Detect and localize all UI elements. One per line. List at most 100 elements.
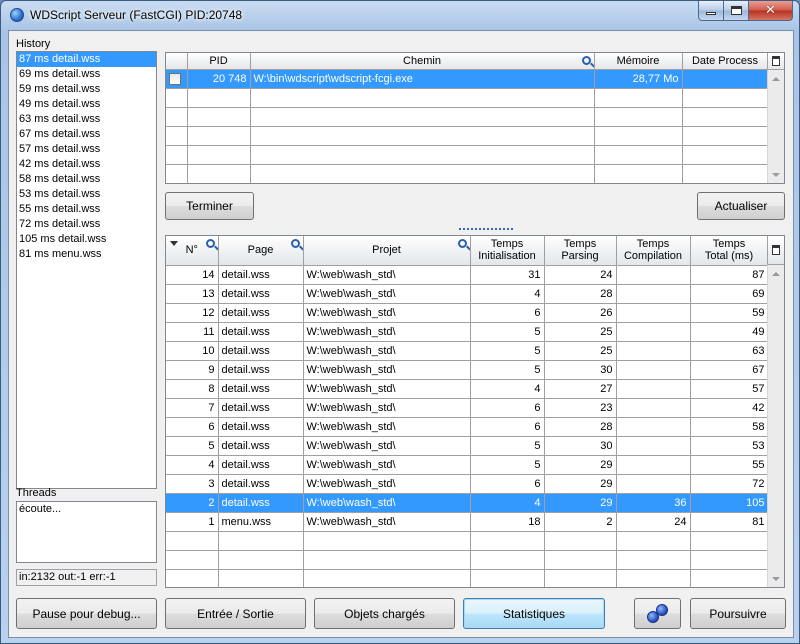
history-item[interactable]: 57 ms detail.wss bbox=[17, 142, 156, 157]
stats-col-page[interactable]: Page bbox=[218, 236, 304, 266]
process-cell-pid: 20 748 bbox=[187, 69, 251, 89]
search-icon[interactable] bbox=[205, 239, 215, 248]
stats-cell-n bbox=[166, 550, 219, 570]
arrow-up-icon bbox=[772, 76, 780, 81]
title-bar[interactable]: WDScript Serveur (FastCGI) PID:20748 ✕ bbox=[1, 1, 799, 29]
history-item[interactable]: 63 ms detail.wss bbox=[17, 112, 156, 127]
row-select-cell bbox=[166, 88, 188, 108]
stats-scrollbar[interactable] bbox=[767, 265, 784, 587]
history-item[interactable]: 53 ms detail.wss bbox=[17, 187, 156, 202]
stats-row[interactable]: 9 detail.wss W:\web\wash_std\ 5 30 67 bbox=[166, 360, 769, 380]
stats-cell-total: 69 bbox=[690, 284, 769, 304]
stats-row[interactable]: 12 detail.wss W:\web\wash_std\ 6 26 59 bbox=[166, 303, 769, 323]
history-list[interactable]: 87 ms detail.wss 69 ms detail.wss 59 ms de… bbox=[16, 51, 157, 489]
pause-debug-button[interactable]: Pause pour debug... bbox=[16, 598, 157, 629]
history-item[interactable]: 81 ms menu.wss bbox=[17, 247, 156, 262]
history-item[interactable]: 55 ms detail.wss bbox=[17, 202, 156, 217]
stats-col-parse[interactable]: Temps Parsing bbox=[544, 236, 617, 266]
stats-cell-init bbox=[470, 550, 545, 570]
stats-cell-comp: 24 bbox=[616, 512, 691, 532]
stats-cell-comp bbox=[616, 379, 691, 399]
stats-row[interactable]: 3 detail.wss W:\web\wash_std\ 6 29 72 bbox=[166, 474, 769, 494]
actualiser-button[interactable]: Actualiser bbox=[697, 192, 785, 220]
stats-row[interactable]: 14 detail.wss W:\web\wash_std\ 31 24 87 bbox=[166, 265, 769, 285]
stats-cell-page: detail.wss bbox=[218, 322, 304, 342]
process-cell-date bbox=[682, 126, 769, 146]
proc-col-memoire[interactable]: Mémoire bbox=[594, 53, 683, 70]
stats-row[interactable]: 13 detail.wss W:\web\wash_std\ 4 28 69 bbox=[166, 284, 769, 304]
history-item[interactable]: 58 ms detail.wss bbox=[17, 172, 156, 187]
objets-charges-button[interactable]: Objets chargés bbox=[314, 598, 455, 629]
minimize-button[interactable] bbox=[698, 1, 724, 21]
proc-col-date[interactable]: Date Process bbox=[682, 53, 769, 70]
stats-col-total[interactable]: Temps Total (ms) bbox=[690, 236, 769, 266]
threads-box[interactable]: écoute... bbox=[16, 501, 157, 563]
history-item[interactable]: 49 ms detail.wss bbox=[17, 97, 156, 112]
search-icon[interactable] bbox=[290, 239, 300, 248]
row-select-cell[interactable] bbox=[166, 69, 188, 89]
stats-row[interactable]: 1 menu.wss W:\web\wash_std\ 18 2 24 81 bbox=[166, 512, 769, 532]
stats-cell-init: 6 bbox=[470, 303, 545, 323]
stats-row[interactable]: 6 detail.wss W:\web\wash_std\ 6 28 58 bbox=[166, 417, 769, 437]
process-cell-chemin bbox=[250, 164, 595, 183]
empty-row bbox=[166, 164, 769, 183]
proc-col-chemin[interactable]: Chemin bbox=[250, 53, 595, 70]
columns-button[interactable] bbox=[767, 236, 784, 265]
stats-cell-comp bbox=[616, 531, 691, 551]
search-icon[interactable] bbox=[581, 56, 591, 65]
history-item[interactable]: 69 ms detail.wss bbox=[17, 67, 156, 82]
history-item[interactable]: 72 ms detail.wss bbox=[17, 217, 156, 232]
terminer-button[interactable]: Terminer bbox=[165, 192, 254, 220]
scroll-down-button[interactable] bbox=[768, 570, 784, 587]
stats-col-num[interactable]: N° bbox=[166, 236, 219, 266]
stats-col-init-line2: Initialisation bbox=[478, 250, 536, 263]
stats-grid: N° Page Projet Temps Initialisation Temps… bbox=[165, 235, 785, 588]
stats-col-init[interactable]: Temps Initialisation bbox=[470, 236, 545, 266]
scroll-up-button[interactable] bbox=[768, 70, 784, 87]
stats-cell-projet: W:\web\wash_std\ bbox=[303, 512, 471, 532]
stats-row[interactable]: 4 detail.wss W:\web\wash_std\ 5 29 55 bbox=[166, 455, 769, 475]
minimize-icon bbox=[706, 12, 716, 15]
stats-row[interactable]: 8 detail.wss W:\web\wash_std\ 4 27 57 bbox=[166, 379, 769, 399]
stats-cell-projet: W:\web\wash_std\ bbox=[303, 322, 471, 342]
stats-row[interactable]: 11 detail.wss W:\web\wash_std\ 5 25 49 bbox=[166, 322, 769, 342]
proc-col-pid[interactable]: PID bbox=[187, 53, 251, 70]
stats-col-projet[interactable]: Projet bbox=[303, 236, 471, 266]
history-item[interactable]: 59 ms detail.wss bbox=[17, 82, 156, 97]
columns-button[interactable] bbox=[767, 53, 784, 70]
history-item[interactable]: 105 ms detail.wss bbox=[17, 232, 156, 247]
stats-cell-page bbox=[218, 550, 304, 570]
stats-cell-parse: 28 bbox=[544, 284, 617, 304]
stats-row[interactable]: 2 detail.wss W:\web\wash_std\ 4 29 36 105 bbox=[166, 493, 769, 513]
search-icon[interactable] bbox=[457, 239, 467, 248]
poursuivre-button[interactable]: Poursuivre bbox=[690, 598, 786, 629]
scroll-up-button[interactable] bbox=[768, 265, 784, 282]
arrow-up-icon bbox=[772, 271, 780, 276]
history-item[interactable]: 87 ms detail.wss bbox=[17, 52, 156, 67]
process-row[interactable]: 20 748 W:\bin\wdscript\wdscript-fcgi.exe 2… bbox=[166, 69, 769, 89]
process-cell-memoire bbox=[594, 126, 683, 146]
stats-row[interactable]: 5 detail.wss W:\web\wash_std\ 5 30 53 bbox=[166, 436, 769, 456]
stats-row[interactable]: 10 detail.wss W:\web\wash_std\ 5 25 63 bbox=[166, 341, 769, 361]
statistiques-button[interactable]: Statistiques bbox=[463, 598, 605, 629]
process-scrollbar[interactable] bbox=[767, 70, 784, 183]
stats-cell-projet: W:\web\wash_std\ bbox=[303, 474, 471, 494]
stats-cell-page: detail.wss bbox=[218, 398, 304, 418]
stats-col-comp[interactable]: Temps Compilation bbox=[616, 236, 691, 266]
stats-row[interactable]: 7 detail.wss W:\web\wash_std\ 6 23 42 bbox=[166, 398, 769, 418]
splitter-handle[interactable] bbox=[459, 228, 513, 230]
stats-cell-init: 5 bbox=[470, 341, 545, 361]
scroll-down-button[interactable] bbox=[768, 166, 784, 183]
maximize-button[interactable] bbox=[724, 1, 749, 21]
stats-cell-projet: W:\web\wash_std\ bbox=[303, 265, 471, 285]
row-checkbox[interactable] bbox=[169, 72, 181, 85]
close-button[interactable]: ✕ bbox=[749, 1, 793, 21]
link-button[interactable] bbox=[634, 598, 681, 629]
stats-cell-total: 49 bbox=[690, 322, 769, 342]
history-item[interactable]: 67 ms detail.wss bbox=[17, 127, 156, 142]
stats-cell-projet: W:\web\wash_std\ bbox=[303, 455, 471, 475]
stats-cell-total: 67 bbox=[690, 360, 769, 380]
stats-cell-comp bbox=[616, 436, 691, 456]
history-item[interactable]: 42 ms detail.wss bbox=[17, 157, 156, 172]
entree-sortie-button[interactable]: Entrée / Sortie bbox=[165, 598, 306, 629]
